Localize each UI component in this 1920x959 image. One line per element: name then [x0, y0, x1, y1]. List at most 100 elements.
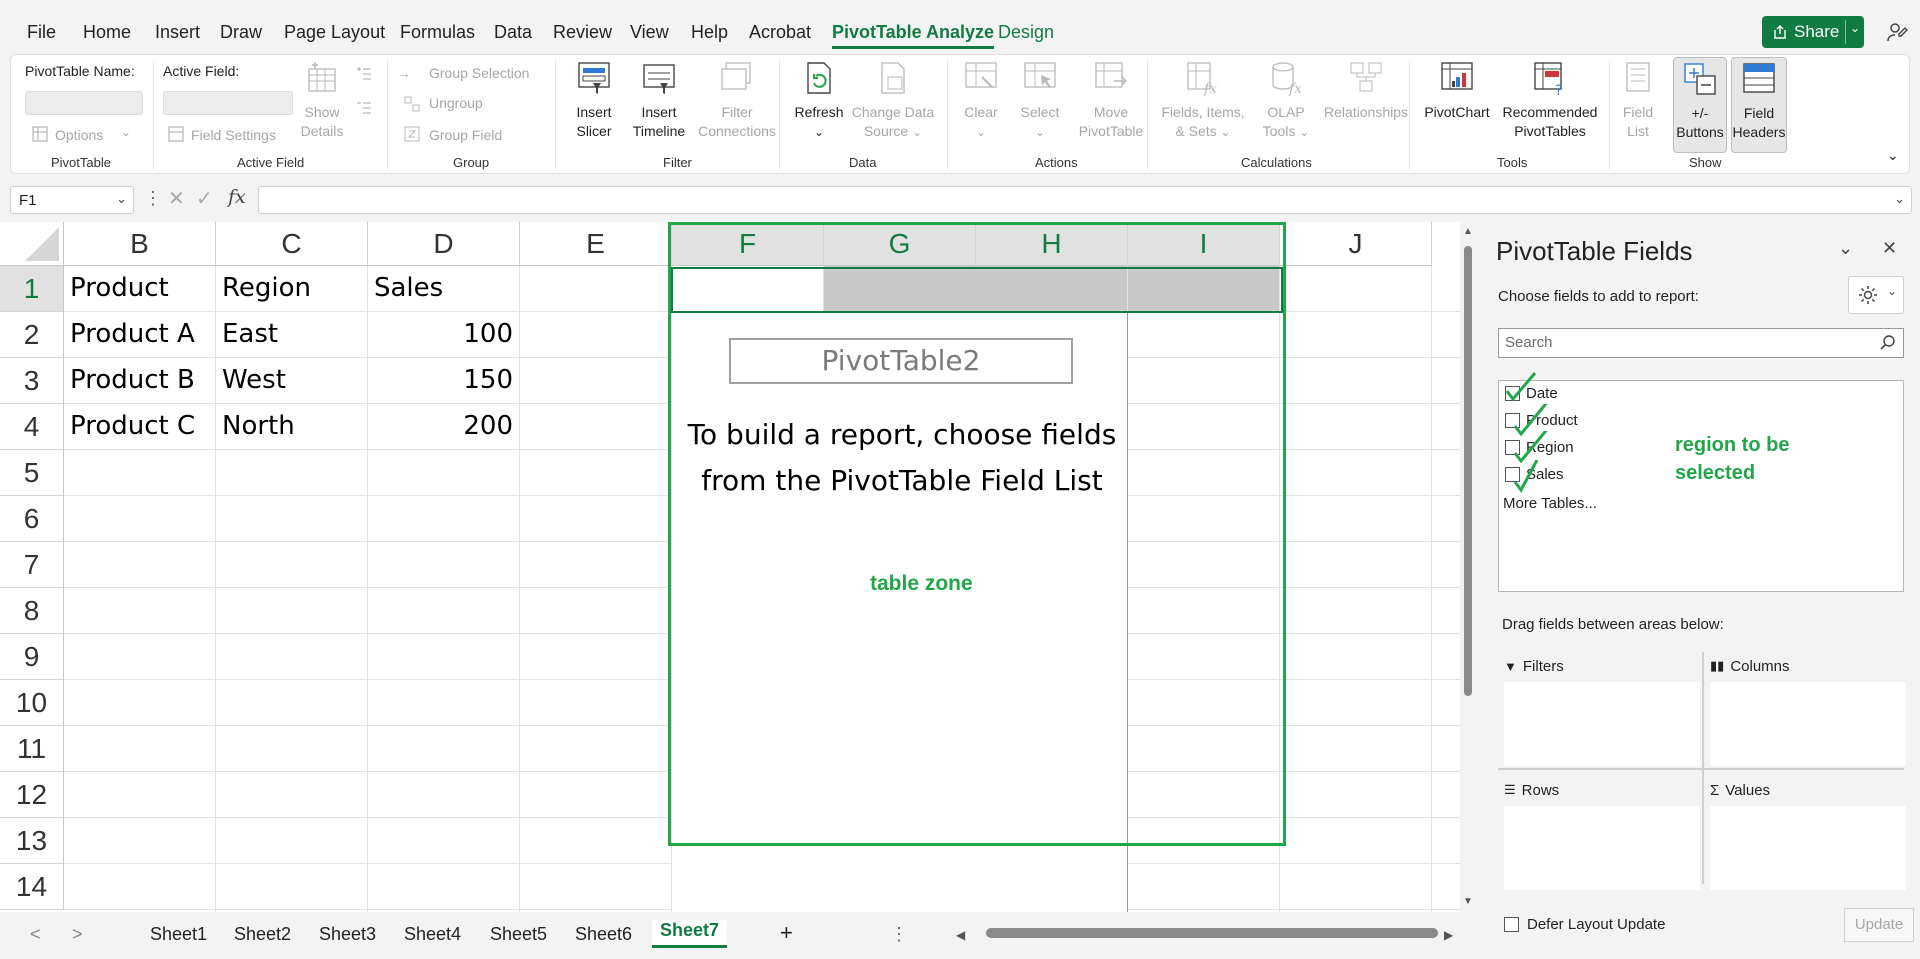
cell-b1[interactable]: Product — [64, 266, 216, 312]
scroll-left-icon[interactable]: ◀ — [956, 928, 965, 942]
fields-items-sets-button[interactable]: fx Fields, Items, & Sets ⌄ — [1157, 59, 1249, 142]
defer-layout-update[interactable]: Defer Layout Update — [1504, 916, 1665, 933]
clear-button[interactable]: Clear ⌄ — [959, 59, 1003, 142]
collapse-field-icon[interactable] — [355, 99, 373, 117]
add-sheet-button[interactable]: + — [780, 920, 793, 946]
cell-c4[interactable]: North — [216, 404, 368, 450]
filter-connections-button[interactable]: Filter Connections — [695, 59, 779, 141]
sheet-tab-3[interactable]: Sheet3 — [319, 924, 376, 945]
worksheet-grid[interactable]: B C D E F G H I J 1 2 3 4 5 6 7 8 9 10 1… — [0, 222, 1470, 912]
row-header-1[interactable]: 1 — [0, 266, 64, 312]
expand-field-icon[interactable] — [355, 65, 373, 83]
field-headers-toggle[interactable]: Field Headers — [1731, 57, 1787, 153]
group-selection-button[interactable]: Group Selection — [429, 65, 529, 81]
menu-file[interactable]: File — [27, 22, 56, 43]
vertical-scrollbar[interactable]: ▲ ▼ — [1460, 222, 1476, 912]
expand-formula-chevron-icon[interactable]: ⌄ — [1894, 191, 1905, 207]
sheet-tab-4[interactable]: Sheet4 — [404, 924, 461, 945]
column-header-b[interactable]: B — [64, 222, 216, 266]
field-settings-button[interactable]: Field Settings — [191, 127, 276, 143]
insert-timeline-button[interactable]: Insert Timeline — [627, 59, 691, 141]
menu-page-layout[interactable]: Page Layout — [284, 22, 385, 43]
sheet-tab-7[interactable]: Sheet7 — [652, 920, 728, 948]
values-area[interactable]: Σ Values — [1710, 778, 1906, 890]
cell-c3[interactable]: West — [216, 358, 368, 404]
field-item-sales[interactable]: Sales — [1505, 460, 1564, 493]
sheet-tab-2[interactable]: Sheet2 — [234, 924, 291, 945]
chevron-down-icon[interactable]: ⌄ — [116, 191, 127, 207]
scroll-down-icon[interactable]: ▼ — [1463, 896, 1473, 907]
vertical-scroll-thumb[interactable] — [1464, 246, 1472, 696]
defer-layout-checkbox[interactable] — [1504, 917, 1519, 932]
menu-draw[interactable]: Draw — [220, 22, 262, 43]
menu-formulas[interactable]: Formulas — [400, 22, 475, 43]
select-all-corner[interactable] — [0, 222, 64, 266]
enter-icon[interactable]: ✓ — [196, 186, 213, 211]
feedback-icon[interactable] — [1884, 20, 1908, 44]
sheet-tab-1[interactable]: Sheet1 — [150, 924, 207, 945]
row-header-6[interactable]: 6 — [0, 496, 64, 542]
cell-c1[interactable]: Region — [216, 266, 368, 312]
row-header-9[interactable]: 9 — [0, 634, 64, 680]
change-data-source-button[interactable]: Change Data Source ⌄ — [845, 59, 941, 142]
pane-options-chevron-icon[interactable]: ⌄ — [1838, 238, 1853, 259]
insert-function-icon[interactable]: fx — [228, 186, 246, 208]
cell-d2[interactable]: 100 — [368, 312, 520, 358]
cell-b4[interactable]: Product C — [64, 404, 216, 450]
row-header-8[interactable]: 8 — [0, 588, 64, 634]
cancel-icon[interactable]: ✕ — [168, 186, 185, 211]
name-box[interactable]: F1 ⌄ — [10, 186, 134, 214]
pane-settings-button[interactable]: ⌄ — [1848, 276, 1904, 314]
pivottable-name-input[interactable] — [25, 91, 143, 115]
horizontal-scroll-thumb[interactable] — [986, 928, 1438, 938]
update-button[interactable]: Update — [1844, 908, 1914, 942]
chevron-down-icon[interactable]: ⌄ — [121, 125, 131, 139]
show-details-button[interactable]: Show Details — [299, 59, 345, 141]
sheet-tab-6[interactable]: Sheet6 — [575, 924, 632, 945]
insert-slicer-button[interactable]: Insert Slicer — [567, 59, 621, 141]
rows-drop-zone[interactable] — [1504, 806, 1700, 890]
share-button[interactable]: Share ⌄ — [1762, 16, 1864, 48]
sheet-next-icon[interactable]: > — [72, 924, 83, 945]
more-options-icon[interactable]: ⋮ — [890, 924, 908, 945]
row-header-2[interactable]: 2 — [0, 312, 64, 358]
field-search-input[interactable]: Search — [1498, 328, 1904, 358]
close-icon[interactable]: ✕ — [1882, 238, 1897, 259]
columns-drop-zone[interactable] — [1710, 682, 1906, 766]
menu-help[interactable]: Help — [691, 22, 728, 43]
menu-data[interactable]: Data — [494, 22, 532, 43]
more-options-icon[interactable]: ⋮ — [144, 188, 162, 209]
field-list-button[interactable]: Field List — [1617, 59, 1659, 141]
row-header-5[interactable]: 5 — [0, 450, 64, 496]
ribbon-collapse-chevron-icon[interactable]: ⌄ — [1887, 147, 1899, 164]
scroll-right-icon[interactable]: ▶ — [1444, 928, 1453, 942]
menu-design[interactable]: Design — [998, 22, 1054, 43]
options-button[interactable]: Options — [55, 127, 103, 143]
move-pivottable-button[interactable]: Move PivotTable — [1071, 59, 1151, 141]
row-header-3[interactable]: 3 — [0, 358, 64, 404]
group-field-button[interactable]: Group Field — [429, 127, 502, 143]
menu-home[interactable]: Home — [83, 22, 131, 43]
olap-tools-button[interactable]: fx OLAP Tools ⌄ — [1259, 59, 1313, 142]
field-item-region[interactable]: Region — [1505, 431, 1574, 464]
menu-view[interactable]: View — [630, 22, 669, 43]
row-header-13[interactable]: 13 — [0, 818, 64, 864]
row-header-4[interactable]: 4 — [0, 404, 64, 450]
column-header-d[interactable]: D — [368, 222, 520, 266]
sheet-tab-5[interactable]: Sheet5 — [490, 924, 547, 945]
plus-minus-buttons-toggle[interactable]: +/- Buttons — [1673, 57, 1727, 153]
cell-b2[interactable]: Product A — [64, 312, 216, 358]
row-header-14[interactable]: 14 — [0, 864, 64, 910]
column-header-e[interactable]: E — [520, 222, 672, 266]
row-header-7[interactable]: 7 — [0, 542, 64, 588]
recommended-pivottables-button[interactable]: ? Recommended PivotTables — [1495, 59, 1605, 141]
scroll-up-icon[interactable]: ▲ — [1463, 226, 1473, 237]
columns-area[interactable]: ▮▮ Columns — [1710, 654, 1906, 766]
ungroup-button[interactable]: Ungroup — [429, 95, 483, 111]
field-item-product[interactable]: Product — [1505, 404, 1578, 437]
refresh-button[interactable]: Refresh ⌄ — [789, 59, 849, 142]
menu-insert[interactable]: Insert — [155, 22, 200, 43]
sheet-prev-icon[interactable]: < — [30, 924, 41, 945]
values-drop-zone[interactable] — [1710, 806, 1906, 890]
menu-review[interactable]: Review — [553, 22, 612, 43]
